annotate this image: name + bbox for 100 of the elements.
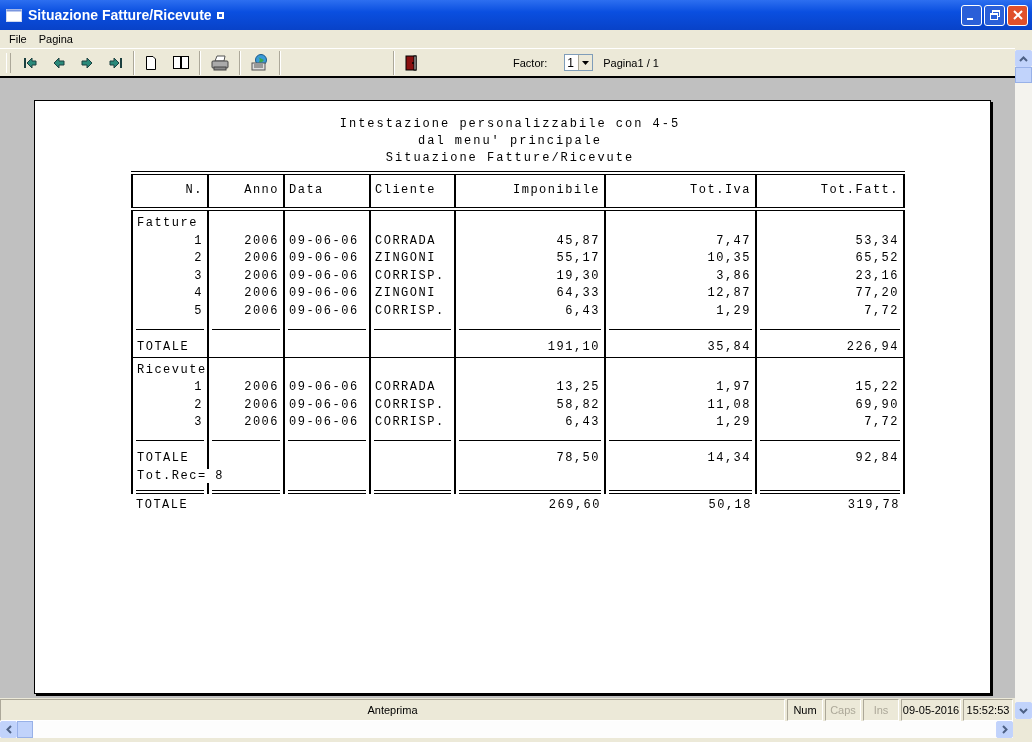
- column-header: Anno: [244, 182, 279, 200]
- table-cell: 4: [194, 286, 203, 301]
- table-cell: 55,17: [556, 251, 600, 266]
- table-cell: 6,43: [565, 415, 600, 430]
- report-heading: dal menu' principale: [417, 133, 603, 150]
- table-cell: 09-06-06: [289, 233, 359, 248]
- column-header: N.: [185, 182, 203, 200]
- scroll-down-button[interactable]: [1015, 702, 1032, 719]
- window-title: Situazione Fatture/Ricevute: [28, 7, 212, 23]
- page-indicator: Pagina1 / 1: [603, 56, 659, 69]
- table-cell: 7,72: [864, 415, 899, 430]
- column-header: Cliente: [375, 182, 436, 200]
- status-message: Anteprima: [0, 699, 785, 721]
- factor-label: Factor:: [513, 56, 548, 69]
- table-cell: 64,33: [556, 286, 600, 301]
- menu-item[interactable]: Pagina: [33, 33, 78, 45]
- column-header: Data: [289, 182, 324, 200]
- total-value: 191,10: [547, 339, 600, 354]
- restore-icon: [988, 9, 1001, 21]
- globe-icon: [251, 54, 269, 71]
- status-indicator: Ins: [863, 699, 899, 721]
- caret-icon: [582, 60, 590, 65]
- table-cell: 3: [194, 415, 203, 430]
- total-value: 78,50: [556, 451, 600, 466]
- table-cell: 1,97: [716, 380, 751, 395]
- table-cell: 2006: [244, 415, 279, 430]
- close-button[interactable]: [1007, 4, 1028, 26]
- scroll-left-button[interactable]: [0, 721, 17, 738]
- total-value: 50,18: [708, 497, 752, 512]
- table-cell: 15,22: [855, 380, 899, 395]
- right-caret-icon: [1001, 725, 1008, 734]
- table-cell: 09-06-06: [289, 268, 359, 283]
- column-header: Tot.Iva: [690, 182, 751, 200]
- restore-button[interactable]: [984, 4, 1005, 26]
- total-label: TOTALE: [137, 339, 190, 354]
- factor-dropdown[interactable]: 1: [564, 54, 594, 71]
- total-value: 226,94: [846, 339, 899, 354]
- table-cell: CORRISP.: [375, 397, 445, 412]
- table-cell: 7,47: [716, 233, 751, 248]
- left-arrow-icon: [53, 56, 65, 69]
- table-cell: 09-06-06: [289, 380, 359, 395]
- table-cell: 2006: [244, 233, 279, 248]
- table-cell: CORRISP.: [375, 268, 445, 283]
- total-value: 269,60: [548, 497, 601, 512]
- table-cell: 11,08: [707, 397, 751, 412]
- table-cell: 09-06-06: [289, 397, 359, 412]
- table-cell: 2: [194, 251, 203, 266]
- status-date: 09-05-2016: [901, 699, 961, 721]
- status-time: 15:52:53: [963, 699, 1013, 721]
- table-cell: 1: [194, 380, 203, 395]
- table-cell: CORRISP.: [375, 303, 445, 318]
- table-cell: 19,30: [556, 268, 600, 283]
- table-cell: 09-06-06: [289, 286, 359, 301]
- table-cell: 77,20: [855, 286, 899, 301]
- table-cell: 1: [194, 233, 203, 248]
- table-cell: 2006: [244, 380, 279, 395]
- minimize-icon: [966, 18, 973, 20]
- window-icon: [6, 8, 22, 22]
- table-cell: 7,72: [864, 303, 899, 318]
- scroll-up-button[interactable]: [1015, 50, 1032, 67]
- scroll-thumb[interactable]: [1015, 67, 1032, 83]
- table-cell: ZINGONI: [375, 286, 436, 301]
- table-cell: 45,87: [556, 233, 600, 248]
- table-cell: 2006: [244, 397, 279, 412]
- report-heading: Situazione Fatture/Ricevute: [384, 150, 636, 167]
- table-cell: 2006: [244, 251, 279, 266]
- first-arrow-icon: [23, 56, 37, 69]
- table-cell: 5: [194, 303, 203, 318]
- total-value: 92,84: [855, 451, 899, 466]
- table-cell: 09-06-06: [289, 251, 359, 266]
- minimize-button[interactable]: [961, 4, 982, 26]
- total-label: TOTALE: [136, 497, 189, 512]
- up-caret-icon: [1019, 55, 1028, 62]
- table-cell: ZINGONI: [375, 251, 436, 266]
- table-cell: 3: [194, 268, 203, 283]
- total-value: 35,84: [707, 339, 751, 354]
- column-header: Imponibile: [513, 182, 600, 200]
- table-cell: 12,87: [707, 286, 751, 301]
- scroll-right-button[interactable]: [996, 721, 1013, 738]
- down-caret-icon: [1019, 707, 1028, 714]
- menu-item[interactable]: File: [4, 33, 32, 45]
- status-indicator: Num: [787, 699, 823, 721]
- table-cell: 23,16: [855, 268, 899, 283]
- table-cell: 65,52: [855, 251, 899, 266]
- left-caret-icon: [5, 725, 12, 734]
- table-cell: 58,82: [556, 397, 600, 412]
- table-cell: 6,43: [565, 303, 600, 318]
- record-count: Tot.Rec= 8: [137, 468, 224, 483]
- table-cell: 1,29: [716, 415, 751, 430]
- square-icon: [216, 11, 224, 19]
- scroll-thumb[interactable]: [17, 721, 33, 738]
- table-cell: 69,90: [855, 397, 899, 412]
- table-cell: 53,34: [855, 233, 899, 248]
- status-indicator: Caps: [825, 699, 861, 721]
- horizontal-scrollbar[interactable]: [0, 721, 1032, 738]
- vertical-scrollbar[interactable]: [1015, 50, 1032, 719]
- two-pages-icon: [173, 56, 189, 69]
- table-cell: 13,25: [556, 380, 600, 395]
- close-icon: [1011, 9, 1024, 21]
- table-cell: 2006: [244, 303, 279, 318]
